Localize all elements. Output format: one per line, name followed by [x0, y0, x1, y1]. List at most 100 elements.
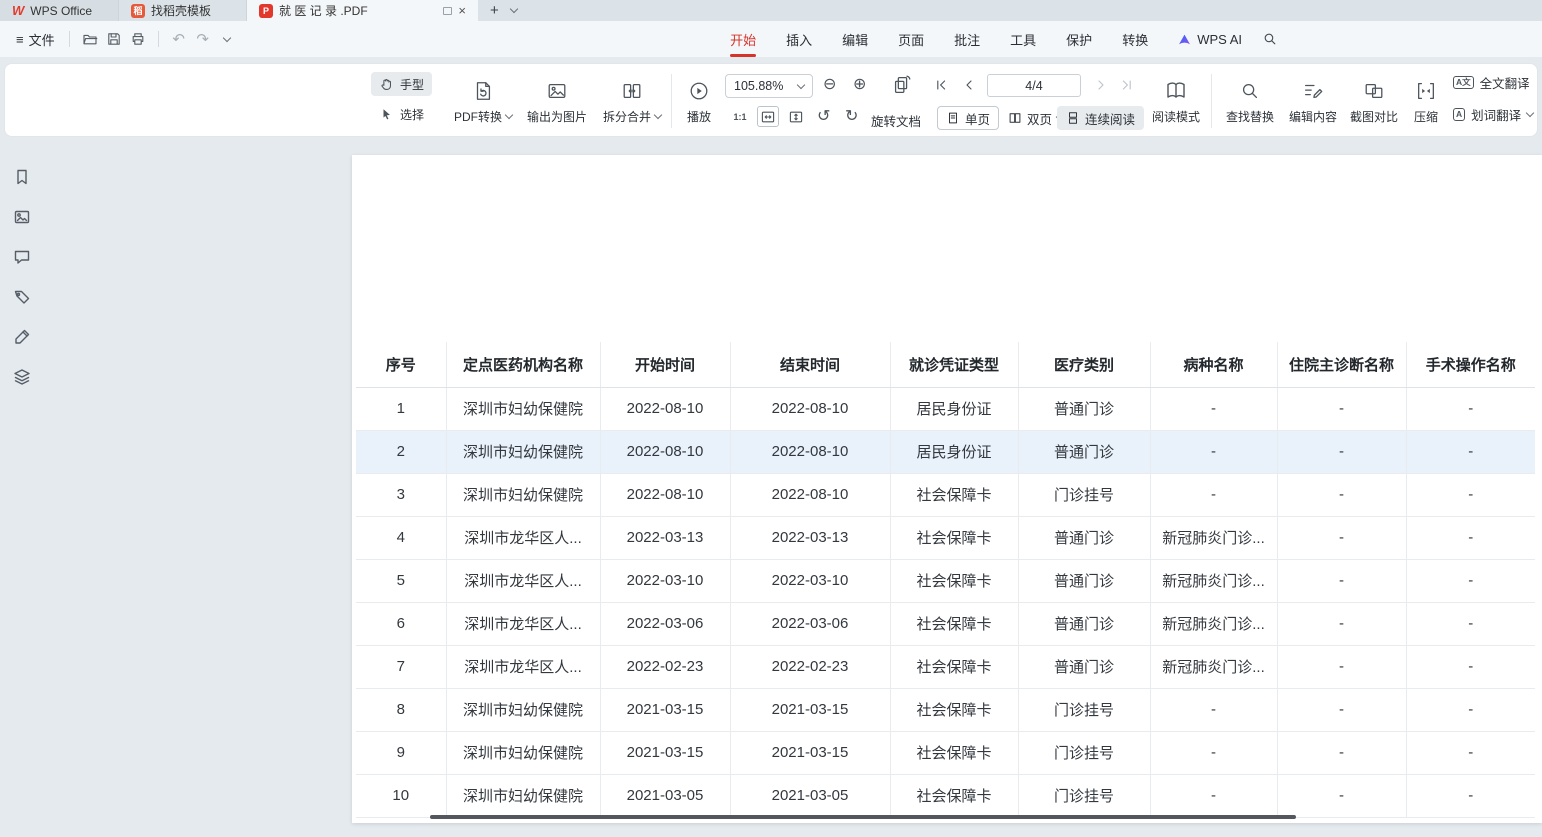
- thumbnail-panel-button[interactable]: [12, 207, 32, 227]
- fit-page-button[interactable]: [785, 106, 807, 127]
- nav-last-icon: [1119, 77, 1135, 93]
- table-cell: 社会保障卡: [890, 645, 1018, 688]
- table-cell: -: [1406, 430, 1535, 473]
- table-cell: -: [1150, 387, 1277, 430]
- extract-pages-button[interactable]: [891, 74, 913, 96]
- menu-tab[interactable]: 转换: [1107, 21, 1163, 57]
- play-button[interactable]: 播放: [677, 70, 721, 132]
- layers-panel-button[interactable]: [12, 367, 32, 387]
- table-cell: -: [1150, 774, 1277, 817]
- first-page-button[interactable]: [933, 77, 949, 93]
- menu-tab[interactable]: 开始: [715, 21, 771, 57]
- table-cell: 3: [356, 473, 446, 516]
- undo-history-chevron[interactable]: [215, 27, 239, 51]
- table-row: 5深圳市龙华区人...2022-03-102022-03-10社会保障卡普通门诊…: [356, 559, 1535, 602]
- find-replace-button[interactable]: 查找替换: [1219, 70, 1281, 132]
- compress-label: 压缩: [1414, 108, 1438, 125]
- file-menu-button[interactable]: ≡ 文件: [10, 30, 61, 49]
- pages-icon: [891, 74, 913, 96]
- next-page-button[interactable]: [1093, 77, 1109, 93]
- find-replace-label: 查找替换: [1226, 108, 1274, 125]
- document-workspace[interactable]: 序号定点医药机构名称开始时间结束时间就诊凭证类型医疗类别病种名称住院主诊断名称手…: [0, 137, 1542, 837]
- undo-icon: ↶: [172, 32, 185, 47]
- signature-panel-button[interactable]: [12, 327, 32, 347]
- select-tool-button[interactable]: 选择: [371, 102, 432, 126]
- table-cell: 深圳市龙华区人...: [446, 645, 600, 688]
- table-cell: -: [1277, 602, 1406, 645]
- compress-button[interactable]: 压缩: [1403, 70, 1449, 132]
- comment-panel-button[interactable]: [12, 247, 32, 267]
- tag-panel-button[interactable]: [12, 287, 32, 307]
- menu-tabs: 开始插入编辑页面批注工具保护转换: [715, 21, 1163, 57]
- rotate-cw-button[interactable]: ↻: [845, 109, 858, 125]
- rotate-ccw-button[interactable]: ↺: [817, 109, 830, 125]
- tab-wps-home[interactable]: W WPS Office: [0, 0, 118, 21]
- save-button[interactable]: [102, 27, 126, 51]
- zoom-dropdown[interactable]: 105.88%: [725, 74, 813, 98]
- wps-ai-button[interactable]: WPS AI: [1163, 32, 1256, 47]
- zoom-out-button[interactable]: ⊖: [823, 77, 836, 93]
- single-page-label: 单页: [965, 109, 990, 128]
- read-mode-button[interactable]: 阅读模式: [1147, 70, 1205, 132]
- full-text-translate-button[interactable]: A文 全文翻译: [1453, 73, 1530, 92]
- table-cell: 8: [356, 688, 446, 731]
- bookmark-panel-button[interactable]: [12, 167, 32, 187]
- table-cell: -: [1277, 387, 1406, 430]
- menu-tab[interactable]: 批注: [939, 21, 995, 57]
- table-cell: 普通门诊: [1018, 387, 1150, 430]
- wps-ai-label: WPS AI: [1197, 32, 1242, 47]
- tab-document-label: 就 医 记 录 .PDF: [279, 2, 368, 19]
- table-header-row: 序号定点医药机构名称开始时间结束时间就诊凭证类型医疗类别病种名称住院主诊断名称手…: [356, 342, 1535, 387]
- actual-size-button[interactable]: 1:1: [729, 106, 751, 127]
- single-page-button[interactable]: 单页: [937, 106, 999, 130]
- hand-tool-button[interactable]: 手型: [371, 72, 432, 96]
- tab-restore-icon[interactable]: [443, 7, 452, 15]
- redo-button[interactable]: ↷: [191, 27, 215, 51]
- previous-page-button[interactable]: [961, 77, 977, 93]
- menu-tab[interactable]: 编辑: [827, 21, 883, 57]
- tag-icon: [12, 287, 32, 307]
- tab-docer-label: 找稻壳模板: [151, 2, 211, 19]
- edit-content-button[interactable]: 编辑内容: [1283, 70, 1343, 132]
- new-tab-button[interactable]: +: [490, 3, 499, 18]
- table-cell: -: [1406, 516, 1535, 559]
- undo-button[interactable]: ↶: [167, 27, 191, 51]
- menu-tab[interactable]: 工具: [995, 21, 1051, 57]
- screenshot-compare-label: 截图对比: [1350, 108, 1398, 125]
- table-row: 6深圳市龙华区人...2022-03-062022-03-06社会保障卡普通门诊…: [356, 602, 1535, 645]
- pdf-convert-button[interactable]: PDF转换: [449, 70, 517, 132]
- page-number-input[interactable]: 4/4: [987, 74, 1081, 97]
- table-row: 3深圳市妇幼保健院2022-08-102022-08-10社会保障卡门诊挂号--…: [356, 473, 1535, 516]
- table-scrollbar[interactable]: [430, 815, 1296, 819]
- tab-close-icon[interactable]: ×: [458, 4, 466, 17]
- tab-document[interactable]: P 就 医 记 录 .PDF ×: [246, 0, 478, 21]
- open-file-button[interactable]: [78, 27, 102, 51]
- fit-width-button[interactable]: [757, 106, 779, 127]
- menu-tab[interactable]: 保护: [1051, 21, 1107, 57]
- tab-docer[interactable]: 稻 找稻壳模板: [118, 0, 246, 21]
- table-row: 7深圳市龙华区人...2022-02-232022-02-23社会保障卡普通门诊…: [356, 645, 1535, 688]
- word-translate-button[interactable]: A 划词翻译: [1453, 105, 1533, 124]
- screenshot-compare-button[interactable]: 截图对比: [1345, 70, 1403, 132]
- continuous-read-button[interactable]: 连续阅读: [1057, 106, 1144, 130]
- table-cell: 普通门诊: [1018, 559, 1150, 602]
- last-page-button[interactable]: [1119, 77, 1135, 93]
- chevron-down-icon: [797, 80, 805, 88]
- table-cell: 10: [356, 774, 446, 817]
- pdf-page[interactable]: 序号定点医药机构名称开始时间结束时间就诊凭证类型医疗类别病种名称住院主诊断名称手…: [352, 155, 1542, 823]
- table-cell: 深圳市妇幼保健院: [446, 731, 600, 774]
- menu-tab[interactable]: 页面: [883, 21, 939, 57]
- full-text-translate-icon: A文: [1453, 76, 1474, 89]
- export-image-button[interactable]: 输出为图片: [521, 70, 593, 132]
- tab-list-chevron-icon[interactable]: [510, 5, 518, 13]
- table-cell: 2021-03-15: [730, 731, 890, 774]
- zoom-in-button[interactable]: ⊕: [853, 77, 866, 93]
- table-cell: 社会保障卡: [890, 473, 1018, 516]
- menu-search-button[interactable]: [1256, 31, 1290, 47]
- play-icon: [688, 78, 710, 104]
- menu-tab[interactable]: 插入: [771, 21, 827, 57]
- table-cell: 社会保障卡: [890, 559, 1018, 602]
- table-row: 8深圳市妇幼保健院2021-03-152021-03-15社会保障卡门诊挂号--…: [356, 688, 1535, 731]
- print-button[interactable]: [126, 27, 150, 51]
- split-merge-button[interactable]: 拆分合并: [597, 70, 667, 132]
